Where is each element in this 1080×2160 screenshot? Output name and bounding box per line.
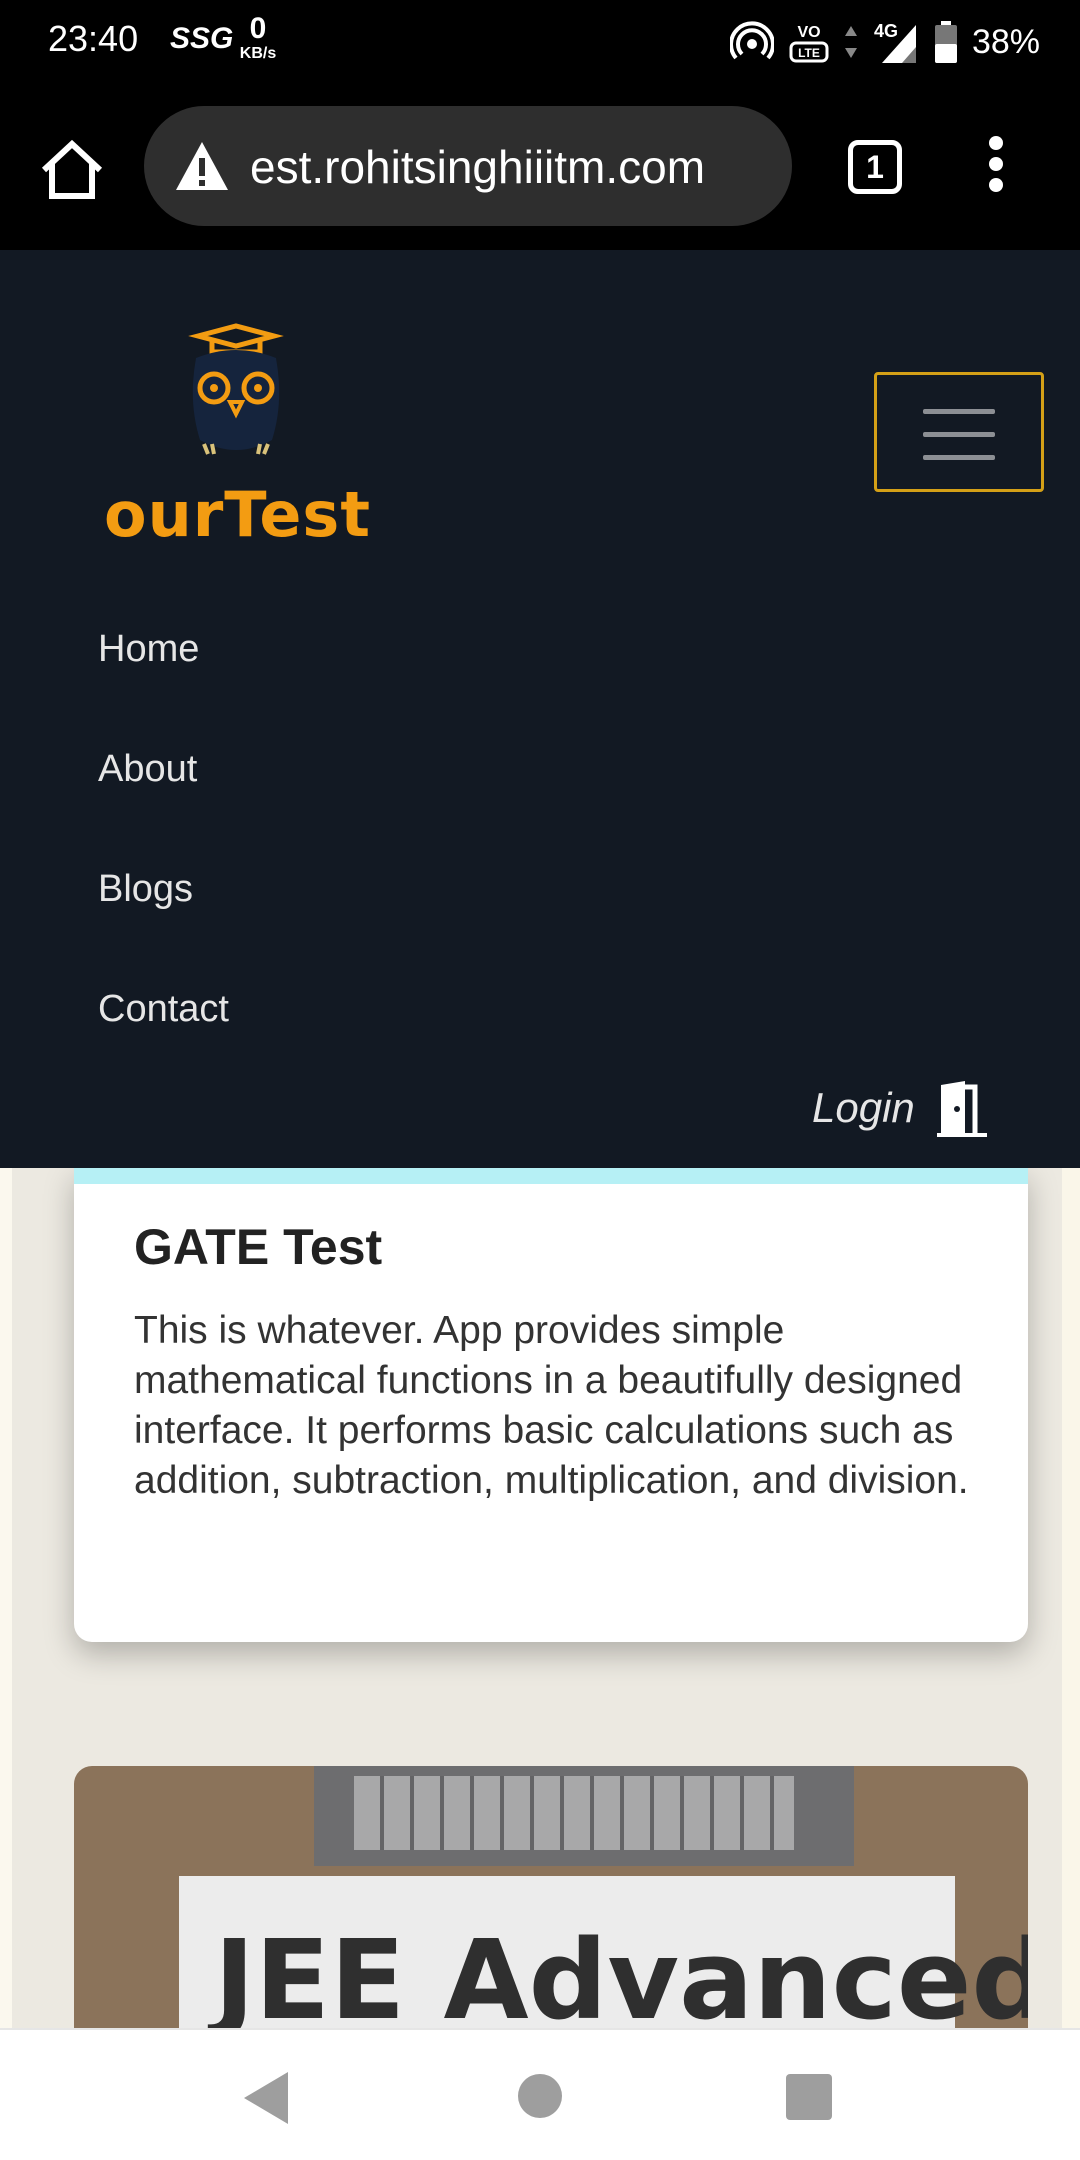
carrier-tag: SSG <box>170 22 234 55</box>
nav-link-about[interactable]: About <box>98 748 197 791</box>
status-time: 23:40 <box>48 18 139 59</box>
card-accent-bar <box>74 1168 1028 1184</box>
4g-signal-icon: 4G <box>874 21 916 63</box>
card-image-title: JEE Advanced <box>214 1916 1028 2028</box>
nav-toggle-button[interactable] <box>874 372 1044 492</box>
data-arrows-icon <box>844 26 857 58</box>
battery-percent: 38% <box>971 22 1040 61</box>
recents-icon[interactable] <box>786 2074 832 2120</box>
nav-link-blogs[interactable]: Blogs <box>98 868 193 911</box>
hotspot-icon <box>729 21 774 60</box>
speed-unit: KB/s <box>239 45 277 62</box>
login-link[interactable]: Login <box>812 1078 989 1138</box>
svg-text:4G: 4G <box>874 21 898 41</box>
home-circle-icon[interactable] <box>518 2074 562 2118</box>
status-bar: 23:40 SSG 0 KB/s VO LTE 4G 38% <box>0 0 1080 84</box>
login-label[interactable]: Login <box>812 1084 915 1132</box>
nav-link-contact[interactable]: Contact <box>98 988 229 1031</box>
nav-link-home[interactable]: Home <box>98 628 199 671</box>
site-navbar: ourTest Home About Blogs Contact Login <box>0 250 1080 1168</box>
keyboard-graphic <box>354 1776 794 1850</box>
address-bar[interactable]: est.rohitsinghiiitm.com <box>144 106 792 226</box>
browser-toolbar: est.rohitsinghiiitm.com 1 <box>0 84 1080 250</box>
overflow-menu-icon[interactable] <box>982 136 1010 200</box>
test-card-jee-advanced[interactable]: JEE Advanced <box>74 1766 1028 2028</box>
card-description: This is whatever. App provides simple ma… <box>134 1309 969 1502</box>
page-edge-left <box>0 1168 12 2028</box>
svg-text:LTE: LTE <box>798 46 820 60</box>
card-title: GATE Test <box>134 1219 383 1275</box>
back-icon[interactable] <box>244 2072 288 2124</box>
logo-text[interactable]: ourTest <box>104 478 371 551</box>
battery-icon <box>934 21 957 63</box>
svg-text:VO: VO <box>797 24 820 41</box>
door-icon[interactable] <box>935 1079 989 1137</box>
system-nav-bar <box>0 2028 1080 2160</box>
page-content: GATE Test This is whatever. App provides… <box>0 1168 1080 2028</box>
speed-value: 0 <box>249 12 267 45</box>
home-icon[interactable] <box>36 134 108 206</box>
url-text[interactable]: est.rohitsinghiiitm.com <box>250 140 705 194</box>
status-icons: VO LTE 4G 38% <box>729 16 1040 68</box>
volte-icon: VO LTE <box>789 24 829 63</box>
page-edge-right <box>1062 1168 1080 2028</box>
test-card-gate[interactable]: GATE Test This is whatever. App provides… <box>74 1168 1028 1642</box>
network-speed: 0 KB/s <box>234 14 282 62</box>
tab-switcher-button[interactable]: 1 <box>848 140 902 194</box>
warning-icon[interactable] <box>174 140 230 192</box>
